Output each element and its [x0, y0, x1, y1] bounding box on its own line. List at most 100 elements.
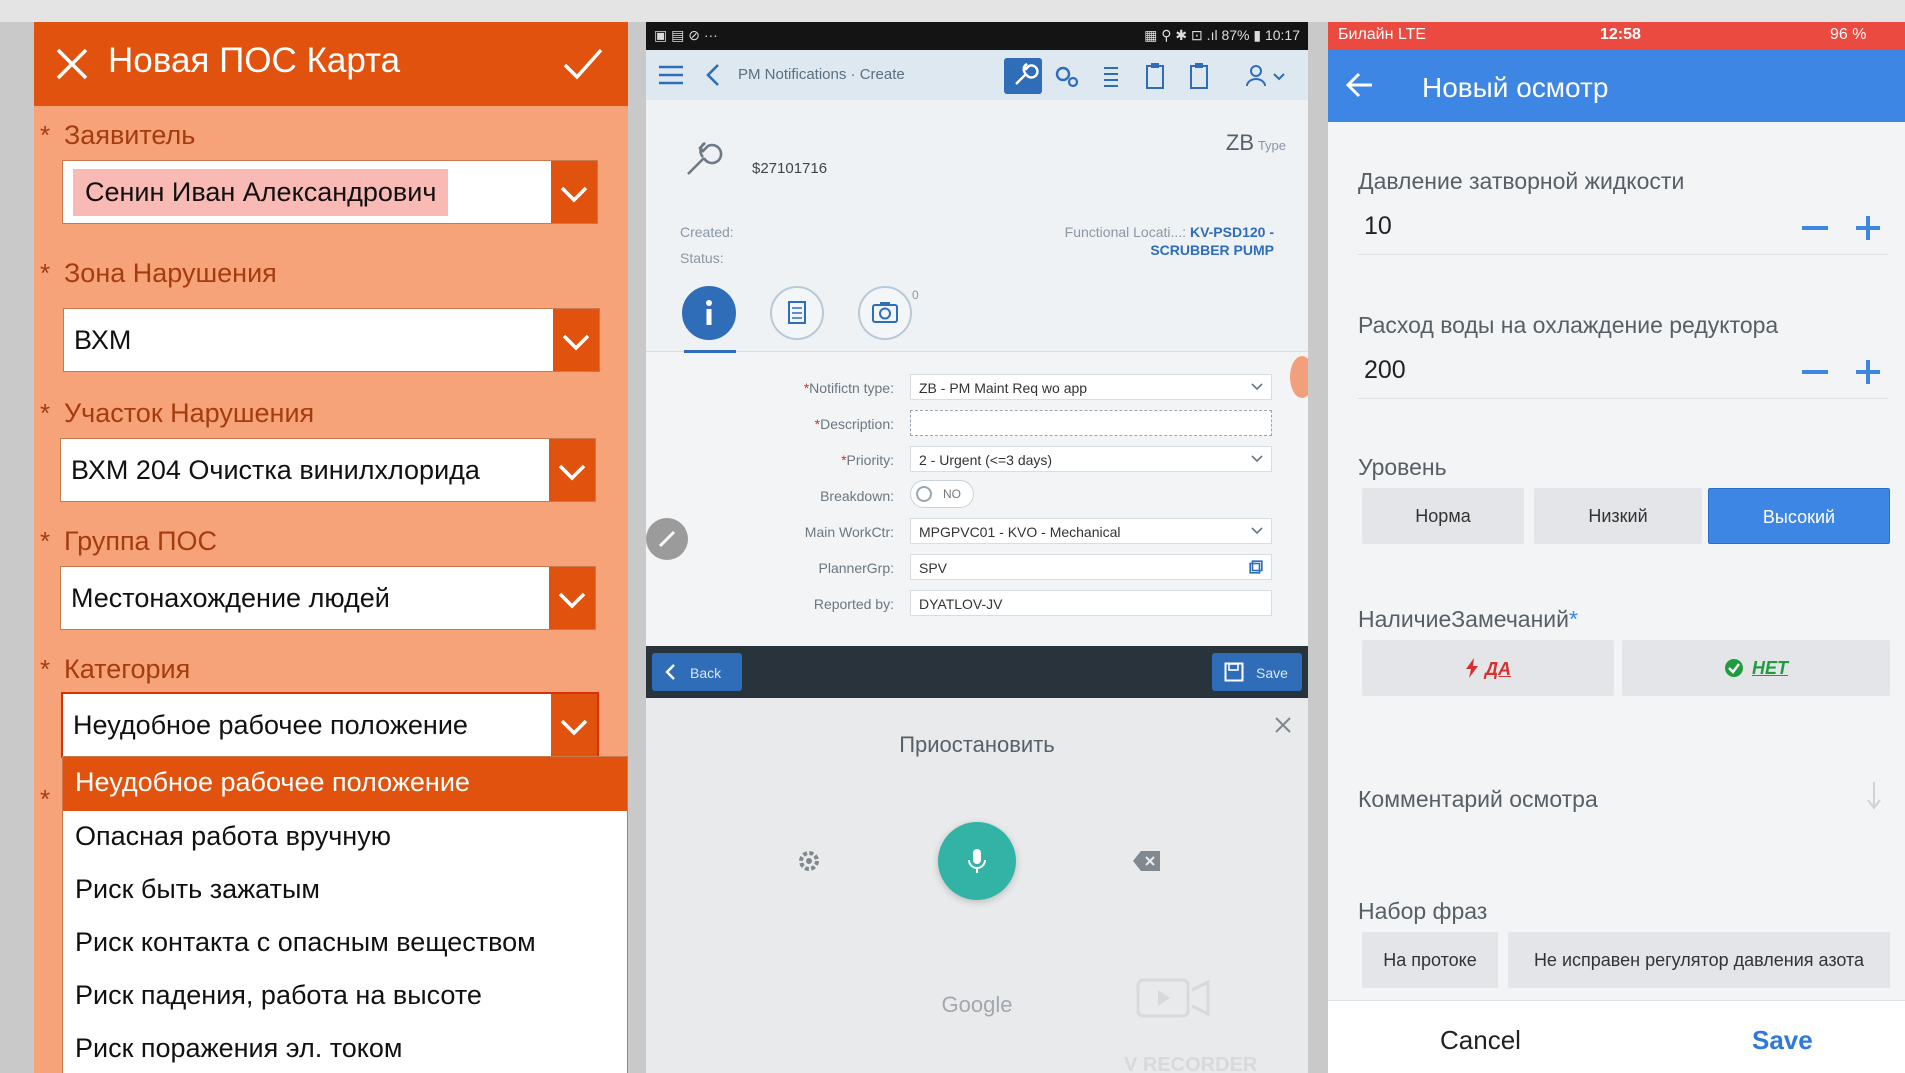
- increment-button[interactable]: [1854, 214, 1882, 242]
- back-button-label: Back: [690, 665, 722, 681]
- seal-fluid-pressure-value[interactable]: 10: [1364, 212, 1392, 241]
- remarks-label: НаличиеЗамечаний*: [1358, 606, 1578, 632]
- user-settings-icon: [1246, 65, 1285, 87]
- chevron-down-icon: [560, 719, 588, 736]
- recorder-watermark: V RECORDER: [1124, 1054, 1258, 1073]
- new-pos-card-screen: Новая ПОС Карта * Заявитель Сенин Иван Ал…: [34, 22, 628, 1073]
- dropdown-option[interactable]: Опасная работа вручную: [63, 811, 627, 864]
- phrase-chip[interactable]: Не исправен регулятор давления азота: [1508, 932, 1890, 988]
- screenshot-top-margin: [0, 0, 1905, 22]
- app-header: Новая ПОС Карта: [34, 22, 628, 106]
- planner-group-input[interactable]: SPV: [910, 554, 1272, 580]
- tab-info[interactable]: [682, 286, 736, 340]
- list-tool-button[interactable]: [1092, 58, 1130, 94]
- dropdown-option-selected[interactable]: Неудобное рабочее положение: [63, 757, 627, 811]
- settings-tool-button[interactable]: [1048, 58, 1086, 94]
- remarks-yes-button[interactable]: ДА: [1362, 640, 1614, 696]
- category-dropdown-button[interactable]: [551, 694, 597, 756]
- microphone-button[interactable]: [938, 822, 1016, 900]
- chevron-down-icon: [558, 464, 586, 481]
- zone-select[interactable]: ВХМ: [63, 308, 600, 372]
- back-chevron-icon[interactable]: [704, 63, 722, 87]
- edit-fab[interactable]: [646, 518, 688, 560]
- tab-attachments[interactable]: [858, 286, 912, 340]
- microphone-icon: [968, 849, 986, 873]
- field-label-zone: * Зона Нарушения: [40, 258, 277, 288]
- field-label-seal-fluid-pressure: Давление затворной жидкости: [1358, 168, 1685, 194]
- area-value: ВХМ 204 Очистка винилхлорида: [71, 455, 480, 485]
- clipboard-copy-tool-button[interactable]: [1180, 58, 1218, 94]
- attachments-count: 0: [912, 288, 919, 302]
- applicant-select[interactable]: Сенин Иван Александрович: [62, 160, 598, 224]
- applicant-dropdown-button[interactable]: [551, 161, 597, 223]
- divider: [1358, 254, 1888, 255]
- breakdown-label: Breakdown:: [820, 488, 894, 504]
- priority-select[interactable]: 2 - Urgent (<=3 days): [910, 446, 1272, 472]
- phrase-chip[interactable]: На протоке: [1362, 932, 1498, 988]
- save-button[interactable]: Save: [1212, 653, 1302, 691]
- level-option-low[interactable]: Низкий: [1534, 488, 1702, 544]
- area-dropdown-button[interactable]: [549, 439, 595, 501]
- dropdown-option[interactable]: Риск поражения эл. током: [63, 1023, 627, 1073]
- back-button[interactable]: Back: [652, 653, 742, 691]
- level-option-normal[interactable]: Норма: [1362, 488, 1524, 544]
- document-icon: [788, 301, 806, 324]
- category-select[interactable]: Неудобное рабочее положение: [61, 692, 599, 758]
- status-bar-left: ▣ ▤ ⊘ ···: [654, 27, 718, 43]
- decrement-button[interactable]: [1802, 370, 1828, 374]
- cancel-button[interactable]: Cancel: [1440, 1025, 1521, 1056]
- functional-location-value-2: SCRUBBER PUMP: [1150, 242, 1274, 258]
- inspection-comment-input[interactable]: Комментарий осмотра: [1358, 786, 1598, 813]
- area-select[interactable]: ВХМ 204 Очистка винилхлорида: [60, 438, 596, 502]
- save-button[interactable]: Save: [1752, 1025, 1813, 1056]
- dropdown-option[interactable]: Риск контакта с опасным веществом: [63, 917, 627, 970]
- close-icon[interactable]: [1274, 716, 1292, 734]
- arrow-back-icon[interactable]: [1346, 72, 1374, 98]
- description-input[interactable]: [910, 410, 1272, 436]
- wrench-tool-button[interactable]: [1004, 58, 1042, 94]
- app-header: Новый осмотр: [1328, 50, 1905, 122]
- confirm-icon[interactable]: [562, 46, 604, 82]
- notification-type-select[interactable]: ZB - PM Maint Req wo app: [910, 374, 1272, 400]
- zone-dropdown-button[interactable]: [553, 309, 599, 371]
- check-circle-icon: [1725, 659, 1743, 677]
- toolbar-title: PM Notifications · Create: [738, 66, 905, 83]
- menu-icon[interactable]: [658, 64, 684, 86]
- info-icon: [706, 300, 712, 325]
- breakdown-value: NO: [943, 487, 961, 501]
- notification-type-code: ZB: [1225, 130, 1254, 155]
- backspace-icon[interactable]: [1132, 850, 1162, 872]
- tab-details[interactable]: [770, 286, 824, 340]
- dropdown-option[interactable]: Риск быть зажатым: [63, 864, 627, 917]
- clipboard-icon: [1190, 63, 1208, 89]
- pos-group-dropdown-button[interactable]: [549, 567, 595, 629]
- field-label-category: * Категория: [40, 654, 191, 684]
- active-tab-indicator: [684, 350, 736, 353]
- copy-icon[interactable]: [1249, 560, 1263, 574]
- breakdown-toggle[interactable]: NO: [910, 480, 974, 508]
- level-option-high[interactable]: Высокий: [1708, 488, 1890, 544]
- chevron-down-icon: [562, 334, 590, 351]
- dropdown-option[interactable]: Риск падения, работа на высоте: [63, 970, 627, 1023]
- list-icon: [1104, 67, 1118, 87]
- clipboard-tool-button[interactable]: [1136, 58, 1174, 94]
- user-menu-button[interactable]: [1240, 58, 1290, 94]
- close-icon[interactable]: [54, 46, 90, 82]
- cooling-water-flow-value[interactable]: 200: [1364, 356, 1406, 385]
- side-indicator: [1290, 356, 1308, 398]
- field-label-applicant: * Заявитель: [40, 120, 196, 150]
- pos-group-select[interactable]: Местонахождение людей: [60, 566, 596, 630]
- reported-by-label: Reported by:: [813, 596, 894, 612]
- category-dropdown-list: Неудобное рабочее положение Опасная рабо…: [62, 756, 628, 1073]
- divider: [1358, 398, 1888, 399]
- pencil-icon: [658, 530, 676, 548]
- reported-by-input[interactable]: DYATLOV-JV: [910, 590, 1272, 616]
- gear-icon[interactable]: [796, 848, 822, 874]
- functional-location-value: KV-PSD120 -: [1189, 224, 1274, 240]
- chevron-down-icon: [1251, 383, 1263, 391]
- main-workctr-select[interactable]: MPGPVC01 - KVO - Mechanical: [910, 518, 1272, 544]
- bottom-action-bar: Back Save: [646, 646, 1308, 698]
- remarks-no-button[interactable]: НЕТ: [1622, 640, 1890, 696]
- increment-button[interactable]: [1854, 358, 1882, 386]
- decrement-button[interactable]: [1802, 226, 1828, 230]
